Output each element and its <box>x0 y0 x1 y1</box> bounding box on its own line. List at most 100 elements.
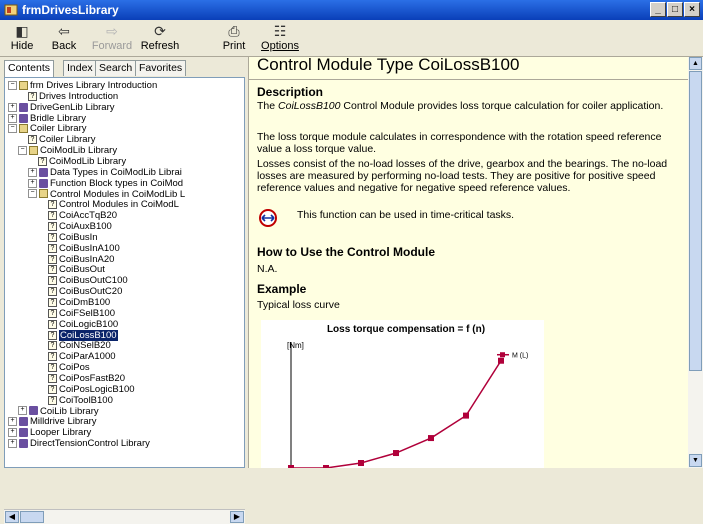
minimize-button[interactable]: _ <box>650 2 666 17</box>
tree-node[interactable]: ? CoiModLib Library <box>38 156 126 167</box>
maximize-button[interactable]: □ <box>667 2 683 17</box>
content-scroll-thumb[interactable] <box>689 71 702 371</box>
tree-node[interactable]: + Looper Library <box>8 427 91 438</box>
expand-icon[interactable]: + <box>8 417 17 427</box>
help-page-icon: ? <box>48 330 57 340</box>
book-icon <box>19 428 28 438</box>
collapse-icon[interactable]: − <box>8 124 17 134</box>
tree-node[interactable]: ? CoiBusInA100 <box>48 243 120 254</box>
scroll-left-icon[interactable]: ◀ <box>5 511 19 523</box>
close-button[interactable]: × <box>684 2 700 17</box>
refresh-button[interactable]: ⟳ Refresh <box>138 22 182 54</box>
scroll-right-icon[interactable]: ▶ <box>230 511 244 523</box>
tree-node[interactable]: ? CoiPosFastB20 <box>48 373 125 384</box>
tree-node[interactable]: − Control Modules in CoiModLib L <box>28 189 185 200</box>
options-button[interactable]: ☷ Options <box>258 22 302 54</box>
page-title: Control Module Type CoiLossB100 <box>257 57 520 74</box>
expand-icon[interactable]: + <box>28 167 37 177</box>
tree-node[interactable]: ? CoiBusOutC20 <box>48 286 122 297</box>
collapse-icon[interactable]: − <box>8 80 17 90</box>
tree-node[interactable]: ? CoiDmB100 <box>48 297 110 308</box>
tree-horizontal-scrollbar[interactable]: ◀ ▶ <box>4 509 245 524</box>
back-button[interactable]: ⇦ Back <box>42 22 86 54</box>
tree-node[interactable]: + Bridle Library <box>8 113 86 124</box>
description-heading: Description <box>257 85 324 99</box>
book-icon <box>19 417 28 427</box>
tree-node[interactable]: ? CoiBusOut <box>48 264 105 275</box>
tab-favorites[interactable]: Favorites <box>135 60 187 76</box>
data-point <box>428 435 434 442</box>
tree-node[interactable]: − frm Drives Library Introduction <box>8 80 157 91</box>
description-paragraph-2: The loss torque module calculates in cor… <box>257 131 662 155</box>
help-page-icon: ? <box>48 276 57 286</box>
tree-node-label: Drives Introduction <box>39 90 119 102</box>
expand-icon[interactable]: + <box>8 102 17 112</box>
title-divider <box>249 79 689 80</box>
tree-node[interactable]: ? CoiBusInA20 <box>48 254 114 265</box>
options-label: Options <box>261 40 299 52</box>
tree-node[interactable]: + Data Types in CoiModLib Librai <box>28 167 182 178</box>
tree-node[interactable]: ? CoiLossB100 <box>48 329 118 341</box>
time-critical-icon <box>257 208 279 231</box>
title-bar[interactable]: frmDrivesLibrary _ □ × <box>0 0 703 20</box>
data-point <box>358 460 364 467</box>
help-page-icon: ? <box>48 319 57 329</box>
collapse-icon[interactable]: − <box>28 189 37 199</box>
tree-node[interactable]: ? CoiParA1000 <box>48 351 116 362</box>
tree-node[interactable]: ? CoiPosLogicB100 <box>48 384 135 395</box>
help-page-icon: ? <box>48 222 57 232</box>
tree-node-label: CoiParA1000 <box>59 351 116 363</box>
tree-node[interactable]: + Milldrive Library <box>8 416 97 427</box>
tree-node[interactable]: ? CoiAuxB100 <box>48 221 112 232</box>
expand-icon[interactable]: + <box>18 406 27 416</box>
scroll-thumb[interactable] <box>20 511 44 523</box>
expand-icon[interactable]: + <box>8 113 17 123</box>
forward-button[interactable]: ⇨ Forward <box>90 22 134 54</box>
tree-node-label: CoiLossB100 <box>59 329 118 341</box>
tree-node[interactable]: ? Control Modules in CoiModL <box>48 199 179 210</box>
options-icon: ☷ <box>273 23 287 39</box>
tree-node[interactable]: ? CoiPos <box>48 362 90 373</box>
tree-node-label: CoiBusInA100 <box>59 242 120 254</box>
tree-node[interactable]: + DirectTensionControl Library <box>8 438 150 449</box>
book-icon <box>29 406 38 416</box>
tree-node[interactable]: ? CoiToolB100 <box>48 395 113 406</box>
tree-node-label: CoiNSelB20 <box>59 340 111 352</box>
book-icon <box>19 439 28 449</box>
scroll-down-icon[interactable]: ▼ <box>689 454 702 467</box>
tree-node[interactable]: − CoiModLib Library <box>18 145 117 156</box>
tree-node[interactable]: + CoiLib Library <box>18 406 99 417</box>
scroll-up-icon[interactable]: ▲ <box>689 57 702 70</box>
expand-icon[interactable]: + <box>8 428 17 438</box>
book-icon <box>19 102 28 112</box>
tab-search[interactable]: Search <box>95 60 137 76</box>
help-page-icon: ? <box>48 243 57 253</box>
tab-index[interactable]: Index <box>63 60 97 76</box>
tree-node[interactable]: ? CoiAccTqB20 <box>48 210 117 221</box>
tree-node[interactable]: ? CoiFSelB100 <box>48 308 115 319</box>
tree-node[interactable]: ? Coiler Library <box>28 134 96 145</box>
help-page-icon: ? <box>48 287 57 297</box>
legend-label: M (L) <box>512 353 528 360</box>
tree-node[interactable]: ? CoiLogicB100 <box>48 319 118 330</box>
tree-node[interactable]: + Function Block types in CoiMod <box>28 178 183 189</box>
tree-node[interactable]: ? CoiBusOutC100 <box>48 275 128 286</box>
help-page-icon: ? <box>28 135 37 145</box>
tree-node[interactable]: ? CoiBusIn <box>48 232 98 243</box>
printer-icon: ⎙ <box>228 23 240 39</box>
desc-p1-start: The <box>257 100 279 112</box>
help-page-icon: ? <box>48 308 57 318</box>
open-book-icon <box>39 189 48 199</box>
expand-icon[interactable]: + <box>28 178 37 188</box>
tree-node[interactable]: ? CoiNSelB20 <box>48 340 111 351</box>
collapse-icon[interactable]: − <box>18 146 27 156</box>
print-button[interactable]: ⎙ Print <box>212 22 256 54</box>
tree-node[interactable]: ? Drives Introduction <box>28 91 118 102</box>
expand-icon[interactable]: + <box>8 439 17 449</box>
hide-button[interactable]: ◧ Hide <box>0 22 44 54</box>
description-paragraph-3: Losses consist of the no-load losses of … <box>257 158 668 194</box>
tree-node[interactable]: − Coiler Library <box>8 123 87 134</box>
tree-node[interactable]: + DriveGenLib Library <box>8 102 114 113</box>
content-vertical-scrollbar[interactable]: ▲ ▼ <box>688 57 703 468</box>
tab-contents[interactable]: Contents <box>4 60 55 77</box>
